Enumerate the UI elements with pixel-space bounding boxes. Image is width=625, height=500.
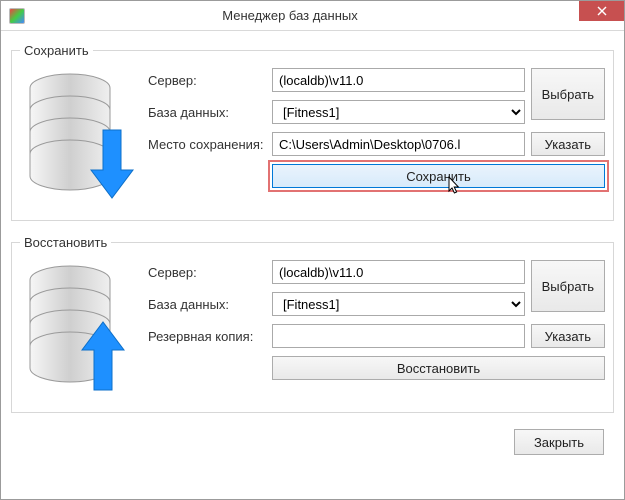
restore-db-icon xyxy=(20,260,140,402)
save-path-input[interactable] xyxy=(272,132,525,156)
window-title: Менеджер баз данных xyxy=(1,8,579,23)
window: Менеджер баз данных Сохранить xyxy=(0,0,625,500)
save-path-button[interactable]: Указать xyxy=(531,132,605,156)
restore-backup-button[interactable]: Указать xyxy=(531,324,605,348)
client-area: Сохранить xyxy=(1,31,624,499)
save-path-label: Место сохранения: xyxy=(148,137,266,152)
restore-choose-server-button[interactable]: Выбрать xyxy=(531,260,605,312)
titlebar: Менеджер баз данных xyxy=(1,1,624,31)
save-button-label: Сохранить xyxy=(406,169,471,184)
save-server-label: Сервер: xyxy=(148,73,266,88)
restore-db-label: База данных: xyxy=(148,297,266,312)
save-db-icon xyxy=(20,68,140,210)
close-icon xyxy=(597,6,607,16)
restore-db-select[interactable]: [Fitness1] xyxy=(272,292,525,316)
save-group: Сохранить xyxy=(11,43,614,221)
restore-backup-input[interactable] xyxy=(272,324,525,348)
restore-button[interactable]: Восстановить xyxy=(272,356,605,380)
save-db-label: База данных: xyxy=(148,105,266,120)
save-db-select[interactable]: [Fitness1] xyxy=(272,100,525,124)
restore-server-label: Сервер: xyxy=(148,265,266,280)
restore-legend: Восстановить xyxy=(20,235,111,250)
save-choose-server-button[interactable]: Выбрать xyxy=(531,68,605,120)
restore-backup-label: Резервная копия: xyxy=(148,329,266,344)
close-dialog-button[interactable]: Закрыть xyxy=(514,429,604,455)
save-button[interactable]: Сохранить xyxy=(272,164,605,188)
close-button[interactable] xyxy=(579,1,624,21)
save-legend: Сохранить xyxy=(20,43,93,58)
footer: Закрыть xyxy=(11,423,614,455)
save-server-input[interactable] xyxy=(272,68,525,92)
restore-group: Восстановить xyxy=(11,235,614,413)
restore-server-input[interactable] xyxy=(272,260,525,284)
